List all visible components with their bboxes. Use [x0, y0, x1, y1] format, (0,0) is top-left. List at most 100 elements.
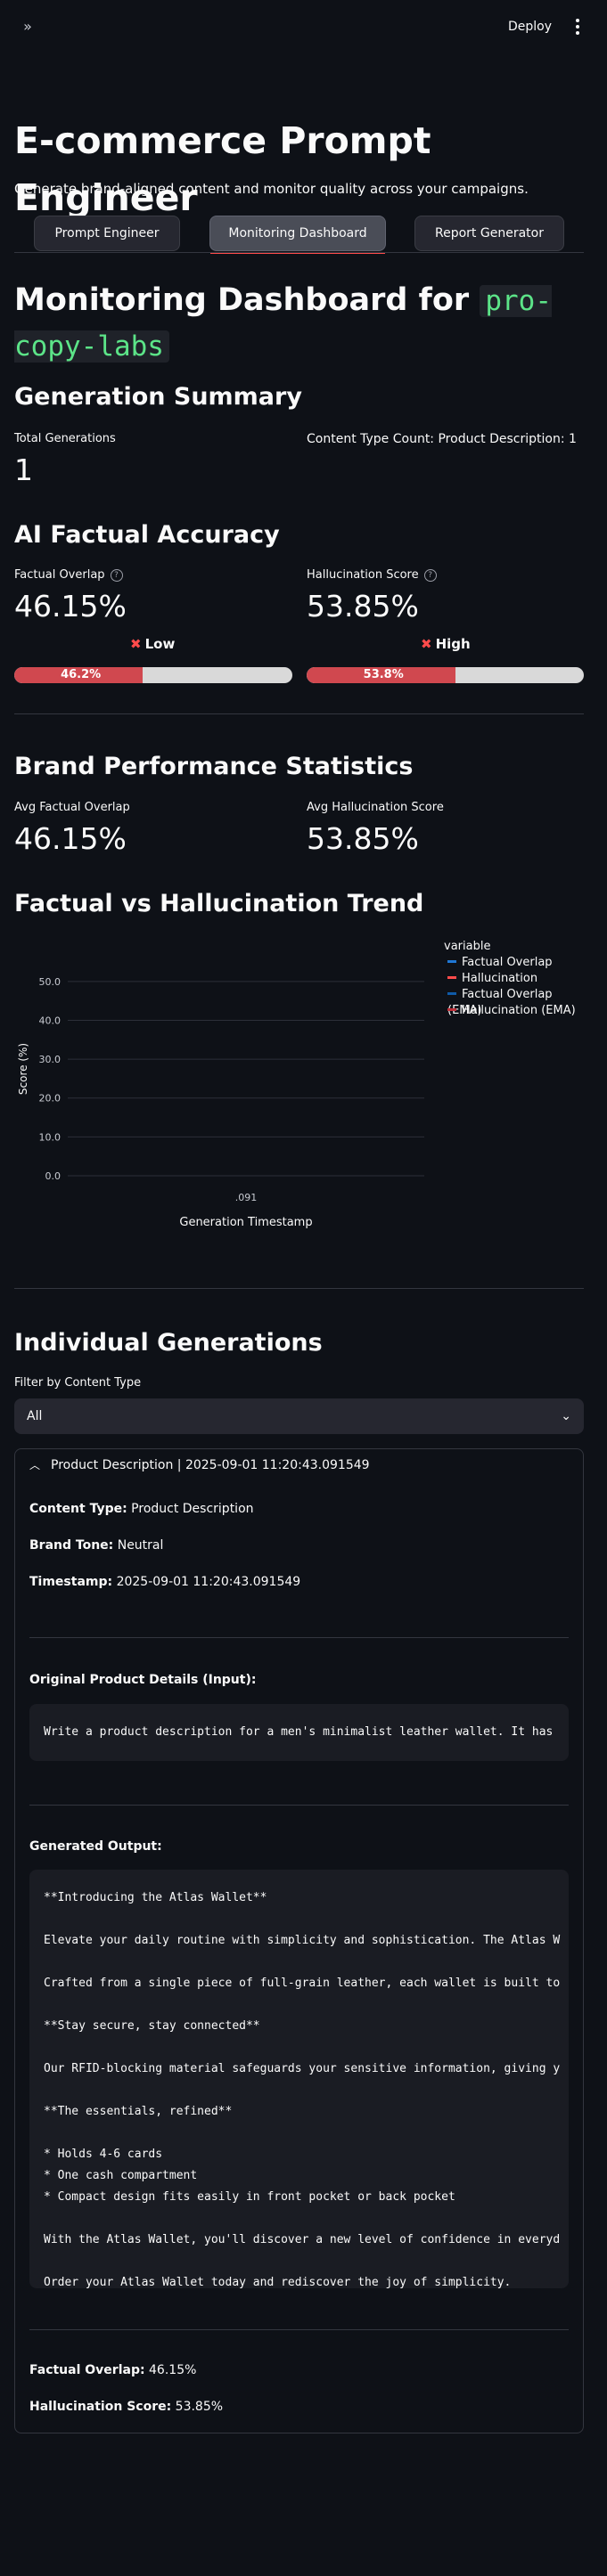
- divider: [29, 1637, 569, 1638]
- output-line: * Holds 4-6 cards: [44, 2148, 163, 2161]
- legend-item[interactable]: Hallucination (EMA): [447, 1003, 576, 1019]
- output-line: With the Atlas Wallet, you'll discover a…: [44, 2233, 561, 2246]
- hallucination-status-badge: ✖ High: [421, 634, 471, 654]
- hallucination-score-row-value: 53.85%: [175, 2400, 224, 2414]
- y-axis-label: Score (%): [17, 1043, 29, 1095]
- legend-swatch: [447, 976, 456, 979]
- y-tick-label: 50.0: [39, 976, 62, 988]
- page-title-text: Monitoring Dashboard for: [14, 282, 470, 318]
- input-text: Write a product description for a men's …: [44, 1725, 554, 1739]
- output-line: Elevate your daily routine with simplici…: [44, 1934, 561, 1947]
- hallucination-score-value: 53.85%: [307, 589, 419, 624]
- output-line: * One cash compartment: [44, 2169, 198, 2182]
- expander-header[interactable]: ︿ Product Description | 2025-09-01 11:20…: [15, 1449, 583, 1481]
- factual-overlap-row-label: Factual Overlap:: [29, 2363, 145, 2377]
- legend-label: Hallucination (EMA): [462, 1004, 576, 1017]
- output-line: * Compact design fits easily in front po…: [44, 2190, 455, 2204]
- cross-icon: ✖: [130, 636, 142, 652]
- deploy-button[interactable]: Deploy: [508, 16, 552, 37]
- output-code-block[interactable]: **Introducing the Atlas Wallet** Elevate …: [29, 1870, 569, 2288]
- legend-swatch: [447, 1008, 456, 1011]
- output-line: **Stay secure, stay connected**: [44, 2019, 260, 2033]
- legend-swatch: [447, 960, 456, 963]
- help-icon[interactable]: ?: [110, 569, 123, 582]
- factual-status-text: Low: [144, 636, 176, 652]
- total-generations-label: Total Generations: [14, 432, 116, 445]
- brand-tone-label: Brand Tone:: [29, 1538, 114, 1553]
- section-divider: [14, 1288, 584, 1289]
- generation-expander: ︿ Product Description | 2025-09-01 11:20…: [14, 1448, 584, 2433]
- factual-overlap-label: Factual Overlap?: [14, 567, 123, 584]
- individual-generations-heading: Individual Generations: [14, 1329, 323, 1357]
- y-tick-label: 0.0: [45, 1170, 62, 1182]
- avg-factual-label: Avg Factual Overlap: [14, 801, 130, 814]
- timestamp-label: Timestamp:: [29, 1575, 113, 1589]
- app-subtitle: Generate brand-aligned content and monit…: [14, 181, 529, 197]
- total-generations-value: 1: [14, 452, 33, 487]
- cross-icon: ✖: [421, 636, 432, 652]
- section-divider: [14, 713, 584, 714]
- ai-factual-accuracy-heading: AI Factual Accuracy: [14, 521, 280, 549]
- filter-label: Filter by Content Type: [14, 1376, 142, 1390]
- output-line: **The essentials, refined**: [44, 2105, 233, 2118]
- content-type-row: Content Type: Product Description: [29, 1499, 254, 1519]
- hallucination-score-label: Hallucination Score?: [307, 567, 437, 584]
- brand-performance-heading: Brand Performance Statistics: [14, 753, 414, 780]
- legend-swatch: [447, 992, 456, 995]
- output-line: Our RFID-blocking material safeguards yo…: [44, 2062, 561, 2075]
- top-bar: » Deploy: [0, 0, 607, 53]
- hallucination-status-text: High: [435, 636, 471, 652]
- timestamp-value: 2025-09-01 11:20:43.091549: [116, 1575, 301, 1589]
- kebab-menu-icon[interactable]: [570, 16, 585, 37]
- input-heading: Original Product Details (Input):: [29, 1673, 257, 1687]
- chevron-up-icon: ︿: [29, 1459, 41, 1471]
- tab-prompt-engineer[interactable]: Prompt Engineer: [34, 216, 180, 251]
- double-chevron-right-icon[interactable]: »: [18, 17, 37, 37]
- factual-overlap-row: Factual Overlap: 46.15%: [29, 2360, 196, 2380]
- content-type-count: Content Type Count: Product Description:…: [307, 432, 577, 446]
- hallucination-score-row-label: Hallucination Score:: [29, 2400, 172, 2414]
- series-point: [245, 966, 248, 968]
- hallucination-progress-bar: 53.8%: [307, 667, 584, 683]
- chevron-down-icon: ⌄: [561, 1409, 571, 1423]
- hallucination-score-label-text: Hallucination Score: [307, 568, 419, 582]
- factual-status-badge: ✖ Low: [130, 634, 175, 654]
- content-type-label: Content Type:: [29, 1502, 127, 1516]
- trend-chart[interactable]: 0.0 10.0 20.0 30.0 40.0 50.0 .091 Generation Ti…: [14, 935, 584, 1238]
- factual-overlap-row-value: 46.15%: [149, 2363, 197, 2377]
- progress-label: 46.2%: [61, 668, 102, 681]
- brand-tone-value: Neutral: [117, 1538, 164, 1553]
- content-type-filter-select[interactable]: All ⌄: [14, 1398, 584, 1434]
- hallucination-score-row: Hallucination Score: 53.85%: [29, 2397, 223, 2417]
- factual-overlap-label-text: Factual Overlap: [14, 568, 105, 582]
- input-code-block[interactable]: Write a product description for a men's …: [29, 1704, 569, 1761]
- output-line: **Introducing the Atlas Wallet**: [44, 1891, 267, 1904]
- divider: [29, 1805, 569, 1806]
- brand-tone-row: Brand Tone: Neutral: [29, 1536, 163, 1555]
- avg-hallucination-value: 53.85%: [307, 821, 419, 856]
- progress-label: 53.8%: [363, 668, 404, 681]
- tab-monitoring-dashboard[interactable]: Monitoring Dashboard: [209, 216, 386, 254]
- y-tick-label: 10.0: [39, 1131, 62, 1143]
- trend-heading: Factual vs Hallucination Trend: [14, 890, 424, 917]
- help-icon[interactable]: ?: [423, 569, 437, 582]
- x-tick-label: .091: [235, 1192, 258, 1203]
- app-title: E-commerce Prompt Engineer: [14, 119, 431, 219]
- tabs-divider: [14, 252, 584, 253]
- output-heading: Generated Output:: [29, 1839, 162, 1854]
- factual-progress-bar: 46.2%: [14, 667, 292, 683]
- x-axis-label: Generation Timestamp: [179, 1216, 312, 1229]
- y-tick-label: 40.0: [39, 1015, 62, 1026]
- output-line: Order your Atlas Wallet today and redisc…: [44, 2276, 512, 2288]
- divider: [29, 2329, 569, 2330]
- tab-report-generator[interactable]: Report Generator: [414, 216, 564, 251]
- legend-item[interactable]: Factual Overlap: [447, 955, 553, 971]
- legend-title: variable: [444, 940, 491, 953]
- timestamp-row: Timestamp: 2025-09-01 11:20:43.091549: [29, 1572, 300, 1592]
- legend-label: Hallucination: [462, 972, 538, 985]
- legend-item[interactable]: Hallucination: [447, 971, 537, 987]
- content-type-value: Product Description: [131, 1502, 254, 1516]
- y-tick-label: 30.0: [39, 1054, 62, 1065]
- tab-label: Monitoring Dashboard: [228, 226, 367, 240]
- generation-summary-heading: Generation Summary: [14, 383, 302, 411]
